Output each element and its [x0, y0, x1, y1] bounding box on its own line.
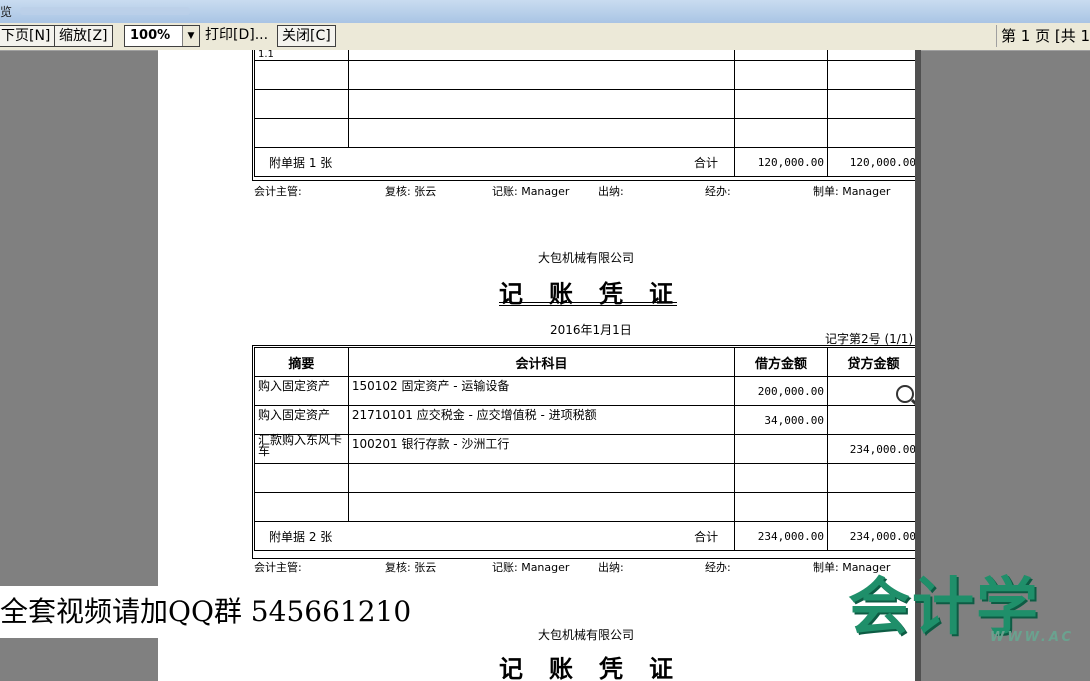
- chevron-down-icon[interactable]: ▼: [182, 26, 199, 46]
- table-row: [254, 463, 915, 493]
- table-row: [254, 89, 915, 119]
- col-summary-header: 摘要: [254, 347, 349, 377]
- voucher2-total-label: 合计: [694, 530, 719, 544]
- row-summary: 汇款购入东风卡车: [254, 434, 349, 464]
- promo-banner: 全套视频请加QQ群 545661210: [0, 586, 478, 638]
- voucher2-chief: 会计主管:: [254, 561, 302, 574]
- voucher1-total-label: 合计: [694, 156, 719, 170]
- voucher1-row-summary: 1.1: [254, 50, 349, 61]
- voucher2-total-row: 附单据 2 张 合计 234,000.00 234,000.00: [253, 521, 915, 551]
- voucher2-bookkeeper: 记账: Manager: [492, 561, 570, 574]
- voucher2-reviewer: 复核: 张云: [385, 561, 437, 574]
- row-debit: [734, 434, 829, 464]
- row-account: 100201 银行存款 - 沙洲工行: [347, 434, 736, 464]
- voucher2-title-underline2: [499, 305, 677, 306]
- voucher2-handler: 经办:: [705, 561, 731, 574]
- voucher1-reviewer: 复核: 张云: [385, 185, 437, 198]
- zoom-value: 100%: [130, 28, 171, 43]
- table-row: [254, 118, 915, 148]
- table-row: 购入固定资产 21710101 应交税金 - 应交增值税 - 进项税额 34,0…: [254, 405, 915, 435]
- voucher1-chief: 会计主管:: [254, 185, 302, 198]
- zoom-button[interactable]: 缩放[Z]: [54, 25, 113, 47]
- row-credit: [827, 405, 915, 435]
- row-debit: 34,000.00: [734, 405, 829, 435]
- voucher1-table: 1.1 附单据 1 张 合计 120,000.00 120,000.00: [253, 50, 915, 177]
- table-row: [254, 60, 915, 90]
- voucher2-title: 记账凭证: [499, 279, 699, 308]
- voucher3-company: 大包机械有限公司: [538, 628, 635, 642]
- voucher1-attachments: 附单据 1 张: [269, 156, 333, 170]
- voucher3-title: 记账凭证: [499, 654, 699, 681]
- voucher2-debit-total: 234,000.00: [734, 521, 829, 551]
- col-account-header: 会计科目: [347, 347, 736, 377]
- voucher1-cashier: 出纳:: [598, 185, 624, 198]
- voucher2-title-underline: [499, 302, 677, 303]
- table-row: [254, 492, 915, 522]
- zoom-select[interactable]: 100% ▼: [124, 25, 200, 47]
- voucher1-credit-total: 120,000.00: [827, 147, 915, 177]
- row-summary: 购入固定资产: [254, 376, 349, 406]
- window-titlebar: 览: [0, 0, 1090, 23]
- row-account: 21710101 应交税金 - 应交增值税 - 进项税额: [347, 405, 736, 435]
- col-debit-header: 借方金额: [734, 347, 829, 377]
- voucher1-handler: 经办:: [705, 185, 731, 198]
- voucher2-credit-total: 234,000.00: [827, 521, 915, 551]
- preview-toolbar: 下页[N] 缩放[Z] 100% ▼ 打印[D]... 关闭[C] 第 1 页 …: [0, 23, 1090, 51]
- voucher2-table: 摘要 会计科目 借方金额 贷方金额 购入固定资产 150102 固定资产 - 运…: [253, 347, 915, 551]
- row-account: 150102 固定资产 - 运输设备: [347, 376, 736, 406]
- print-button[interactable]: 打印[D]...: [201, 25, 272, 45]
- voucher1-bookkeeper: 记账: Manager: [492, 185, 570, 198]
- voucher2-cashier: 出纳:: [598, 561, 624, 574]
- row-summary: 购入固定资产: [254, 405, 349, 435]
- table-row: 汇款购入东风卡车 100201 银行存款 - 沙洲工行 234,000.00: [254, 434, 915, 464]
- page-indicator: 第 1 页 [共 15: [996, 25, 1090, 47]
- voucher2-date: 2016年1月1日: [550, 323, 632, 337]
- window-title: 览: [0, 5, 13, 19]
- voucher2-attachments: 附单据 2 张: [269, 530, 333, 544]
- row-credit: 234,000.00: [827, 434, 915, 464]
- magnifier-icon: [896, 385, 915, 403]
- next-page-button[interactable]: 下页[N]: [0, 25, 56, 47]
- voucher2-company: 大包机械有限公司: [538, 251, 635, 265]
- table-row: 购入固定资产 150102 固定资产 - 运输设备 200,000.00: [254, 376, 915, 406]
- voucher2-header-row: 摘要 会计科目 借方金额 贷方金额: [254, 347, 915, 377]
- watermark-url: WWW.AC: [990, 630, 1075, 645]
- voucher1-debit-total: 120,000.00: [734, 147, 829, 177]
- voucher1-preparer: 制单: Manager: [813, 185, 891, 198]
- window-title-blurred: [20, 7, 190, 15]
- row-debit: 200,000.00: [734, 376, 829, 406]
- close-button[interactable]: 关闭[C]: [277, 25, 336, 47]
- col-credit-header: 贷方金额: [827, 347, 915, 377]
- voucher1-total-row: 附单据 1 张 合计 120,000.00 120,000.00: [253, 147, 915, 177]
